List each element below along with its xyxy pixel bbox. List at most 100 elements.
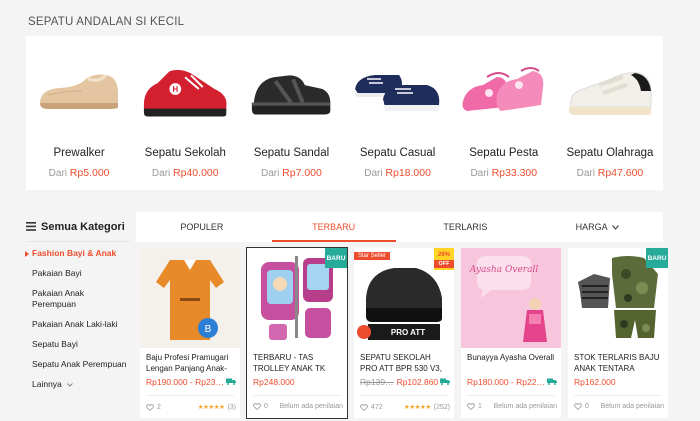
sidebar-item-pakaian-anak-laki-laki[interactable]: Pakaian Anak Laki-laki [26, 319, 130, 330]
sidebar-more[interactable]: Lainnya [26, 379, 130, 390]
product-name: STOK TERLARIS BAJU ANAK TENTARA [574, 353, 660, 373]
shoe-category-panel: Prewalker Dari Rp5.000 H Sepatu Sekolah … [26, 36, 663, 190]
product-footer: 0 Belum ada penilaian [574, 403, 664, 410]
product-name: Bunayya Ayasha Overall [467, 353, 555, 362]
heart-icon[interactable] [360, 403, 368, 411]
heart-icon[interactable] [146, 403, 154, 411]
sort-tabs: POPULER TERBARU TERLARIS HARGA [136, 212, 663, 242]
shoe-category-prewalker[interactable]: Prewalker Dari Rp5.000 [26, 36, 132, 190]
like-count: 472 [371, 403, 383, 411]
discount-off-label: OFF [434, 260, 454, 268]
product-price: Rp162.000 [574, 377, 616, 387]
product-card[interactable]: Ayasha Overall Bunayya Ayasha Overall Rp… [461, 248, 561, 418]
shoe-category-pesta[interactable]: Sepatu Pesta Dari Rp33.300 [451, 36, 557, 190]
shoe-category-price: Dari Rp7.000 [261, 167, 322, 179]
divider [574, 395, 662, 396]
product-grid: B Baju Profesi Pramugari Lengan Panjang … [140, 247, 668, 419]
tab-terbaru[interactable]: TERBARU [268, 212, 400, 242]
shoe-category-name: Sepatu Olahraga [566, 147, 654, 159]
product-footer: 2 ★★★★★ (3) [146, 403, 236, 411]
discount-percent: 26% [437, 252, 450, 258]
sidebar-item-pakaian-anak-perempuan[interactable]: Pakaian Anak Perempuan [26, 288, 130, 310]
navy-slip-on-icon [353, 46, 443, 136]
product-name: TERBARU - TAS TROLLEY ANAK TK [253, 353, 326, 373]
free-shipping-icon [547, 378, 557, 385]
heart-icon[interactable] [253, 403, 261, 410]
product-footer: 1 Belum ada penilaian [467, 403, 557, 410]
heart-icon[interactable] [574, 403, 582, 410]
tab-populer[interactable]: POPULER [136, 212, 268, 242]
sidebar-title: Semua Kategori [41, 220, 125, 233]
white-velcro-sneaker-icon [565, 46, 655, 136]
like-count: 1 [478, 403, 482, 410]
divider [146, 395, 234, 396]
product-footer: 0 Belum ada penilaian [253, 403, 343, 410]
star-seller-badge: Star Seller [354, 252, 391, 260]
product-price: Rp248.000 [253, 377, 295, 387]
original-price: Rp139… [360, 377, 394, 387]
tab-label: TERLARIS [443, 222, 488, 232]
sidebar-item-sepatu-anak-perempuan[interactable]: Sepatu Anak Perempuan [26, 359, 130, 370]
tab-terlaris[interactable]: TERLARIS [400, 212, 532, 242]
sidebar-header[interactable]: Semua Kategori [26, 212, 130, 242]
tab-label: TERBARU [312, 222, 356, 232]
rating-text: Belum ada penilaian [493, 403, 557, 410]
divider [360, 395, 448, 396]
shoe-category-price: Dari Rp40.000 [151, 167, 219, 179]
shoe-category-price: Dari Rp18.000 [364, 167, 431, 179]
product-price: Rp102.860 [396, 377, 439, 387]
product-card[interactable]: BARU TERBARU - TAS TROLLEY ANAK TK Rp248… [246, 247, 348, 419]
shoe-category-name: Sepatu Sandal [253, 147, 330, 159]
product-card[interactable]: PRO ATT Star Seller 26% OFF SEPATU SEKOLA… [354, 248, 454, 418]
tab-harga[interactable]: HARGA [531, 212, 663, 242]
sidebar-item-fashion-bayi-anak[interactable]: Fashion Bayi & Anak [25, 248, 130, 259]
like-count: 0 [264, 403, 268, 410]
shoe-category-price: Dari Rp5.000 [48, 167, 110, 179]
rating-stars: ★★★★★ [404, 404, 431, 411]
product-card[interactable]: BARU STOK TERLARIS BAJU ANAK TENTARA Rp1… [568, 248, 668, 418]
new-badge: BARU [325, 248, 347, 268]
svg-text:B: B [205, 324, 212, 335]
rating-stars: ★★★★★ [197, 404, 225, 411]
like-count: 0 [585, 403, 589, 410]
shoe-category-price: Dari Rp33.300 [470, 167, 538, 179]
red-sneaker-icon: H [140, 46, 230, 136]
heart-icon[interactable] [467, 403, 475, 410]
rating-text: Belum ada penilaian [279, 403, 343, 410]
shoe-category-olahraga[interactable]: Sepatu Olahraga Dari Rp47.600 [557, 36, 663, 190]
product-price: Rp190.000 - Rp23… [146, 377, 224, 387]
divider [253, 395, 341, 396]
shoe-category-casual[interactable]: Sepatu Casual Dari Rp18.000 [345, 36, 451, 190]
product-card[interactable]: B Baju Profesi Pramugari Lengan Panjang … [140, 248, 240, 418]
shoe-category-price: Dari Rp47.600 [576, 167, 644, 179]
product-price-group: Rp139… Rp102.860 [360, 377, 438, 387]
list-icon [26, 222, 36, 231]
pink-party-shoe-icon [459, 46, 549, 136]
free-shipping-icon [226, 378, 236, 385]
product-footer: 472 ★★★★★ (252) [360, 403, 450, 411]
free-shipping-icon [440, 378, 450, 385]
beige-prewalker-shoe-icon [34, 46, 124, 136]
product-image: Ayasha Overall [461, 248, 561, 348]
shoe-category-name: Sepatu Casual [359, 147, 436, 159]
category-sidebar: Semua Kategori Fashion Bayi & Anak Pakai… [25, 212, 130, 399]
rating-count: (3) [227, 403, 236, 411]
new-badge: BARU [646, 248, 668, 268]
tab-label: HARGA [575, 222, 608, 232]
rating-count: (252) [433, 403, 450, 411]
shoe-category-name: Sepatu Sekolah [144, 147, 226, 159]
sidebar-item-pakaian-bayi[interactable]: Pakaian Bayi [26, 268, 130, 279]
section-title: SEPATU ANDALAN SI KECIL [28, 16, 185, 28]
product-price: Rp180.000 - Rp22… [467, 377, 545, 387]
shoe-category-sekolah[interactable]: H Sepatu Sekolah Dari Rp40.000 [132, 36, 238, 190]
product-brand-text: PRO ATT [391, 328, 425, 337]
product-name: SEPATU SEKOLAH PRO ATT BPR 530 V3, [360, 353, 442, 373]
shoe-category-sandal[interactable]: Sepatu Sandal Dari Rp7.000 [238, 36, 344, 190]
svg-text:H: H [173, 85, 179, 94]
product-name: Baju Profesi Pramugari Lengan Panjang An… [146, 353, 229, 373]
shoe-category-name: Sepatu Pesta [469, 147, 539, 159]
sidebar-item-sepatu-bayi[interactable]: Sepatu Bayi [26, 339, 130, 350]
product-label-text: Ayasha Overall [469, 265, 539, 275]
shoe-category-name: Prewalker [53, 147, 105, 159]
black-sandal-icon [246, 46, 336, 136]
